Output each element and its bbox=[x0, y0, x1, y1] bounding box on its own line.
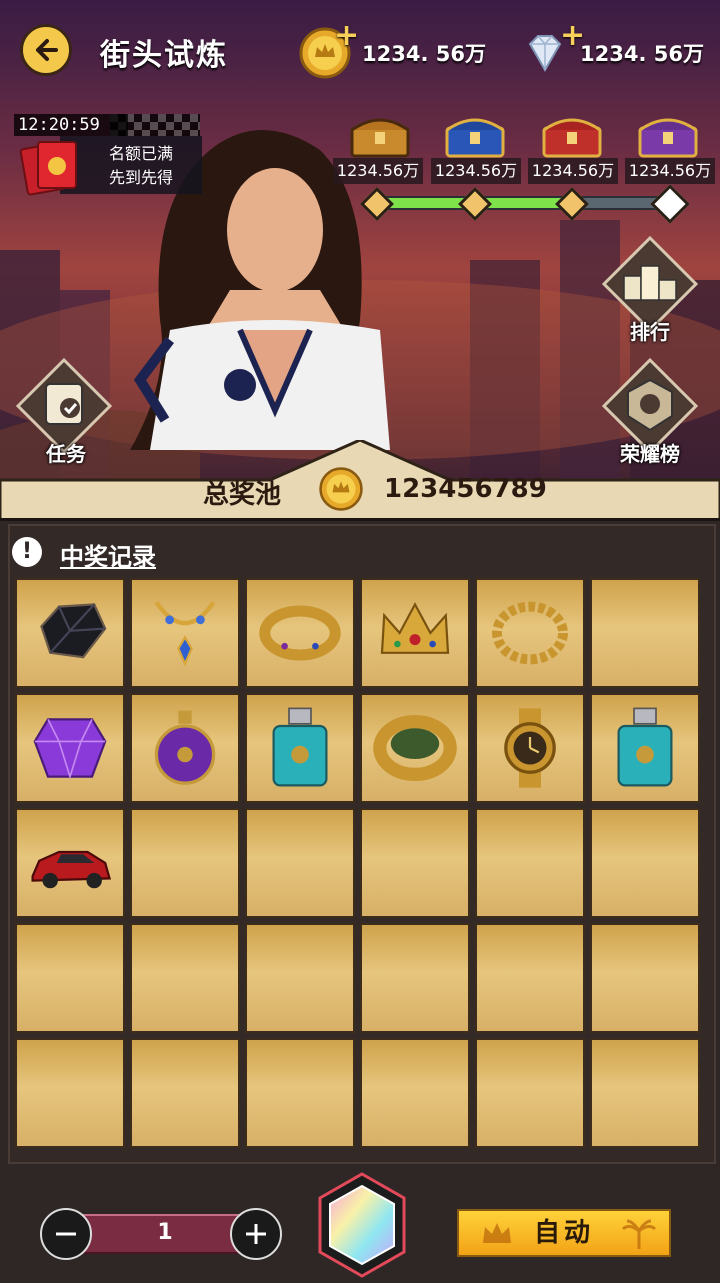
info-icon: ! bbox=[12, 537, 42, 567]
prize-pool-value: 123456789 bbox=[384, 474, 547, 504]
necklace-icon bbox=[154, 600, 216, 667]
record-cell bbox=[475, 1038, 585, 1148]
back-button[interactable] bbox=[20, 24, 72, 76]
record-cell bbox=[360, 1038, 470, 1148]
event-timer: 12:20:59 bbox=[14, 114, 128, 136]
plus-icon bbox=[246, 1224, 266, 1244]
gold-value: 1234. 56万 bbox=[362, 42, 486, 66]
notebook-check-icon bbox=[45, 383, 83, 425]
chest-value-2: 1234.56万 bbox=[431, 158, 521, 184]
record-cell bbox=[15, 923, 125, 1033]
rank-label: 排行 bbox=[630, 320, 670, 344]
auto-label: 自动 bbox=[533, 1218, 594, 1248]
notice-line-1: 名额已满 bbox=[108, 144, 173, 163]
red-car-icon bbox=[31, 850, 112, 889]
diamond-currency[interactable]: + 1234. 56万 bbox=[520, 18, 704, 76]
gold-watch-icon bbox=[504, 708, 556, 788]
chest-icon-2[interactable] bbox=[441, 110, 509, 160]
chest-progress-bar bbox=[374, 196, 670, 210]
record-cell[interactable] bbox=[15, 578, 125, 688]
spin-button[interactable] bbox=[312, 1170, 412, 1280]
record-cell bbox=[590, 578, 700, 688]
chest-icon-3[interactable] bbox=[538, 110, 606, 160]
chest-value-4: 1234.56万 bbox=[625, 158, 715, 184]
gold-currency[interactable]: + 1234. 56万 bbox=[298, 18, 486, 79]
jade-ring-icon bbox=[373, 715, 457, 781]
record-cell bbox=[130, 923, 240, 1033]
decrease-button[interactable] bbox=[40, 1208, 92, 1260]
gold-ring-icon bbox=[259, 605, 341, 661]
record-cell bbox=[245, 923, 355, 1033]
record-cell bbox=[245, 1038, 355, 1148]
chest-value-1: 1234.56万 bbox=[333, 158, 423, 184]
minus-icon bbox=[56, 1232, 76, 1236]
chest-icon-1[interactable] bbox=[346, 110, 414, 160]
record-cell[interactable] bbox=[130, 578, 240, 688]
record-cell bbox=[245, 808, 355, 918]
add-diamond-icon[interactable]: + bbox=[560, 18, 585, 53]
chest-icon-4[interactable] bbox=[634, 110, 702, 160]
diamond-value: 1234. 56万 bbox=[580, 42, 704, 66]
purple-gem-icon bbox=[33, 718, 107, 780]
record-cell[interactable] bbox=[245, 693, 355, 803]
blue-perfume-icon bbox=[272, 707, 328, 787]
gold-chain-icon bbox=[492, 601, 568, 665]
record-cell bbox=[590, 923, 700, 1033]
record-cell bbox=[130, 808, 240, 918]
record-cell bbox=[130, 1038, 240, 1148]
black-gem-icon bbox=[40, 603, 107, 659]
record-cell[interactable] bbox=[360, 578, 470, 688]
arrow-left-icon bbox=[36, 39, 58, 61]
event-notice[interactable]: 名额已满 先到先得 bbox=[60, 136, 202, 194]
blue-perfume-icon bbox=[617, 707, 673, 787]
chest-value-3: 1234.56万 bbox=[528, 158, 618, 184]
record-cell bbox=[15, 1038, 125, 1148]
record-cell bbox=[360, 808, 470, 918]
pool-coin-icon bbox=[319, 467, 363, 511]
record-cell bbox=[590, 1038, 700, 1148]
record-cell[interactable] bbox=[245, 578, 355, 688]
record-cell[interactable] bbox=[590, 693, 700, 803]
auto-button[interactable]: 自动 bbox=[457, 1209, 671, 1257]
record-title[interactable]: 中奖记录 bbox=[60, 537, 156, 572]
red-packet-icon[interactable] bbox=[20, 138, 80, 196]
increase-button[interactable] bbox=[230, 1208, 282, 1260]
record-cell[interactable] bbox=[15, 808, 125, 918]
record-cell bbox=[360, 923, 470, 1033]
record-cell bbox=[475, 923, 585, 1033]
record-cell[interactable] bbox=[130, 693, 240, 803]
record-cell[interactable] bbox=[475, 578, 585, 688]
record-cell bbox=[475, 808, 585, 918]
record-cell[interactable] bbox=[475, 693, 585, 803]
record-cell[interactable] bbox=[360, 693, 470, 803]
record-cell[interactable] bbox=[15, 693, 125, 803]
prize-pool-label: 总奖池 bbox=[203, 480, 282, 510]
notice-line-2: 先到先得 bbox=[108, 168, 173, 187]
purple-perfume-icon bbox=[154, 710, 216, 785]
add-gold-icon[interactable]: + bbox=[334, 18, 359, 53]
crown-icon bbox=[380, 602, 450, 654]
page-title: 街头试炼 bbox=[100, 38, 228, 73]
record-cell bbox=[590, 808, 700, 918]
quantity-value: 1 bbox=[157, 1220, 173, 1245]
